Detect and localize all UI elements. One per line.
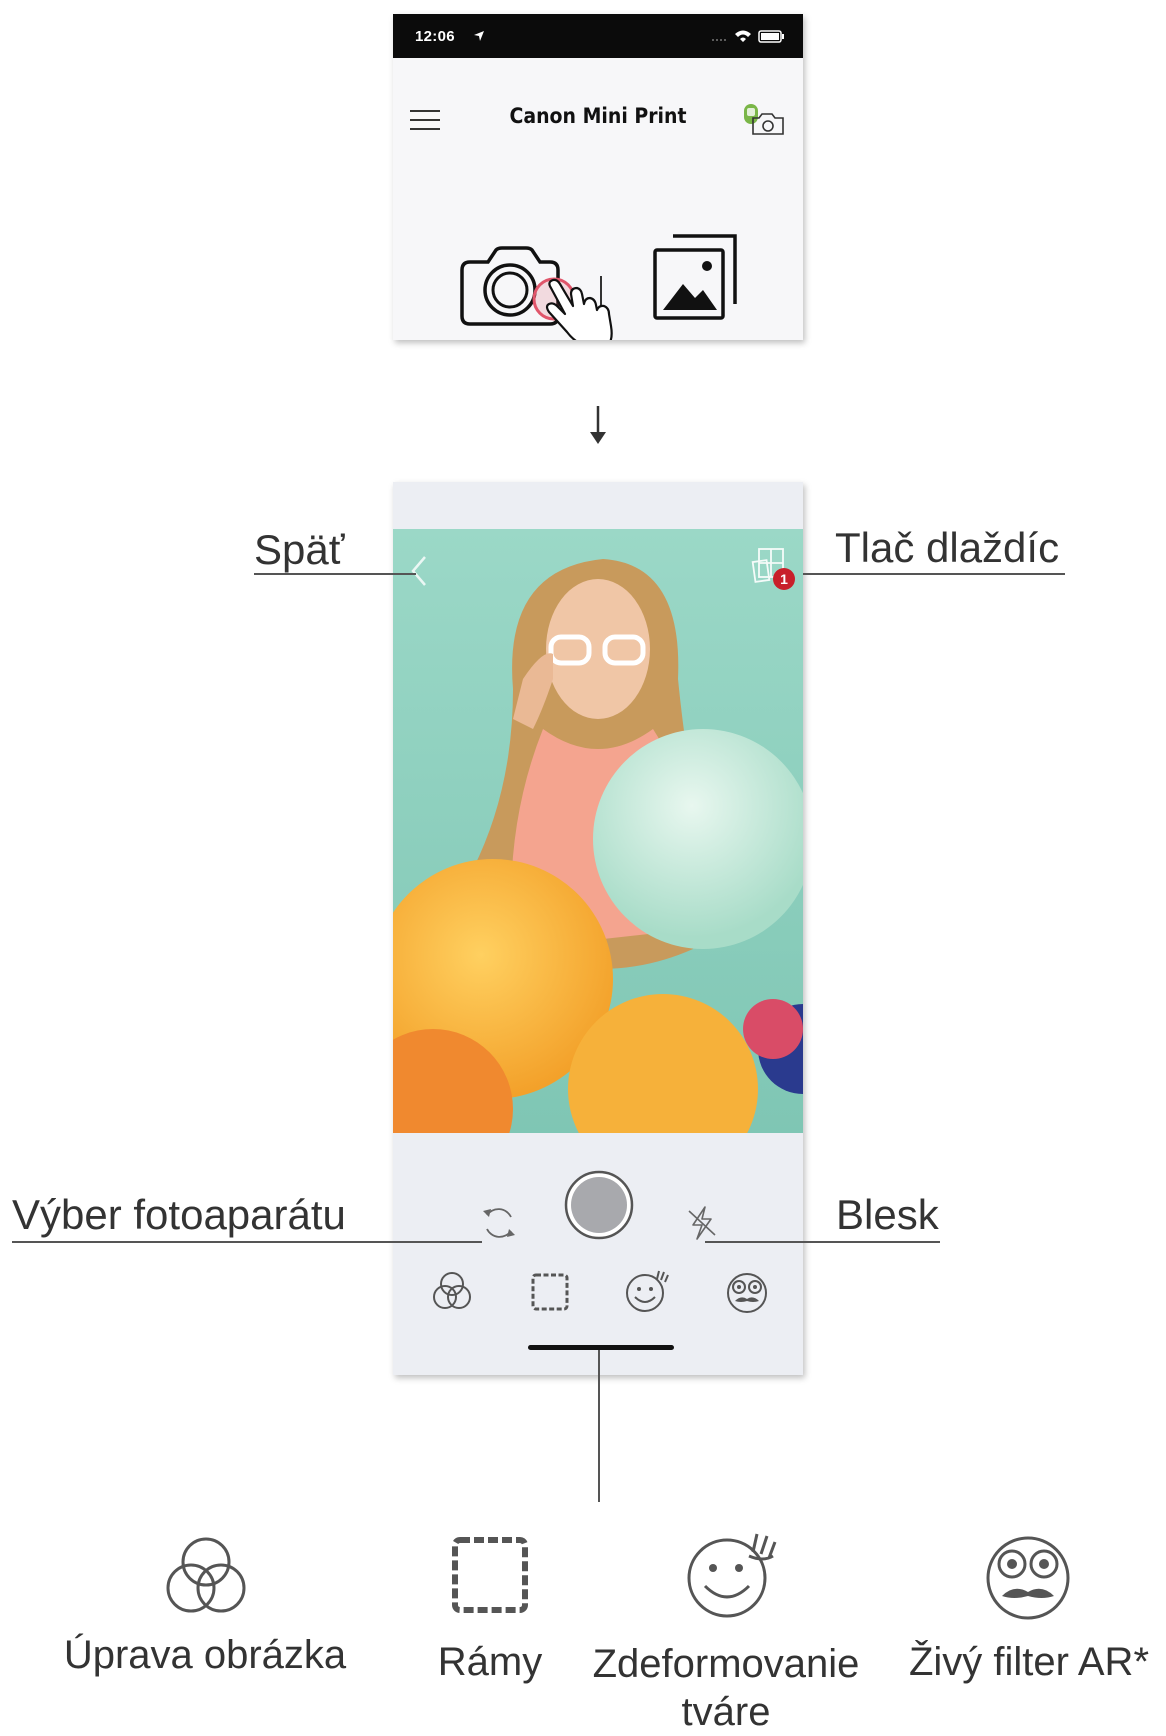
tap-hand-icon [545, 278, 613, 340]
live-ar-filter-icon-small[interactable] [723, 1267, 771, 1315]
status-icons [712, 30, 784, 43]
status-bar: 12:06 [393, 14, 803, 58]
legend-label-face-warp: Zdeformovanie tváre [592, 1642, 860, 1734]
shutter-button[interactable] [563, 1169, 635, 1241]
legend-label-frames: Rámy [437, 1640, 543, 1684]
camera-preview: 1 [393, 529, 803, 1133]
printer-connected-icon[interactable] [741, 102, 787, 136]
frames-icon [452, 1537, 528, 1613]
switch-camera-icon[interactable] [479, 1203, 519, 1243]
callout-tile-print-line [803, 573, 1065, 575]
callout-flash-label: Blesk [836, 1191, 939, 1238]
live-ar-filter-icon [986, 1536, 1070, 1620]
frames-icon-small[interactable] [529, 1271, 571, 1313]
tile-print-badge: 1 [773, 568, 795, 590]
back-icon[interactable] [409, 554, 429, 588]
face-warp-icon [687, 1533, 777, 1618]
image-adjust-icon [166, 1537, 246, 1613]
flash-off-icon[interactable] [685, 1205, 719, 1241]
home-indicator [528, 1345, 674, 1350]
home-screen: 12:06 Canon Mini Print [393, 14, 803, 340]
callout-flash-line [705, 1241, 940, 1243]
callout-camera-select-label: Výber fotoaparátu [12, 1191, 346, 1238]
face-warp-icon-small[interactable] [623, 1267, 671, 1315]
status-time: 12:06 [415, 28, 455, 45]
nav-bar: Canon Mini Print [393, 58, 803, 148]
camera-controls [393, 1133, 803, 1375]
callout-back-label: Späť [254, 526, 345, 573]
image-adjust-icon-small[interactable] [429, 1269, 475, 1315]
app-title: Canon Mini Print [509, 104, 687, 128]
legend-label-image-adjust: Úprava obrázka [63, 1633, 347, 1677]
wifi-icon [735, 30, 751, 42]
callout-camera-select-line [12, 1241, 482, 1243]
toolbar-callout-line [598, 1350, 600, 1502]
gallery-icon[interactable] [651, 232, 741, 322]
location-icon [474, 31, 484, 41]
down-arrow-icon [590, 406, 606, 444]
callout-tile-print-label: Tlač dlaždíc [835, 524, 1060, 571]
preview-image [393, 529, 803, 1133]
callout-back-line [254, 573, 416, 575]
legend-label-live-ar-filter: Živý filter AR* [908, 1640, 1150, 1684]
